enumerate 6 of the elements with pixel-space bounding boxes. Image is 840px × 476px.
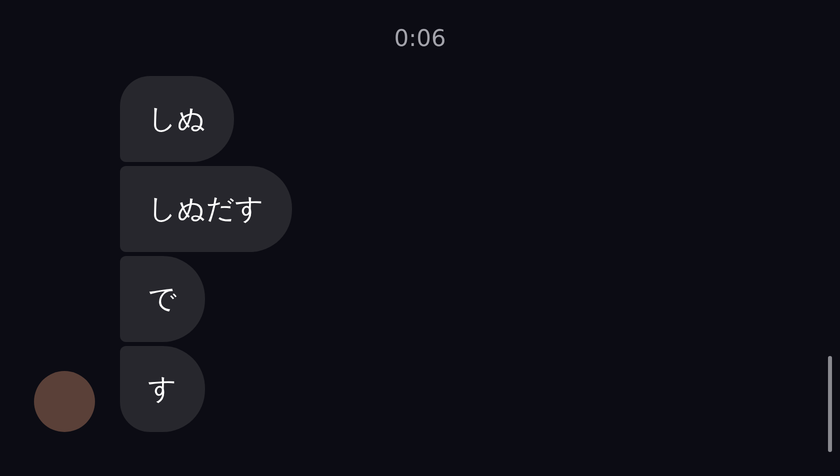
timestamp: 0:06 [394,26,446,52]
message-bubble: しぬ [120,76,234,162]
message-bubble: す [120,346,205,432]
message-bubble: しぬだす [120,166,292,252]
scrollbar[interactable] [828,356,832,452]
message-bubble: で [120,256,205,342]
